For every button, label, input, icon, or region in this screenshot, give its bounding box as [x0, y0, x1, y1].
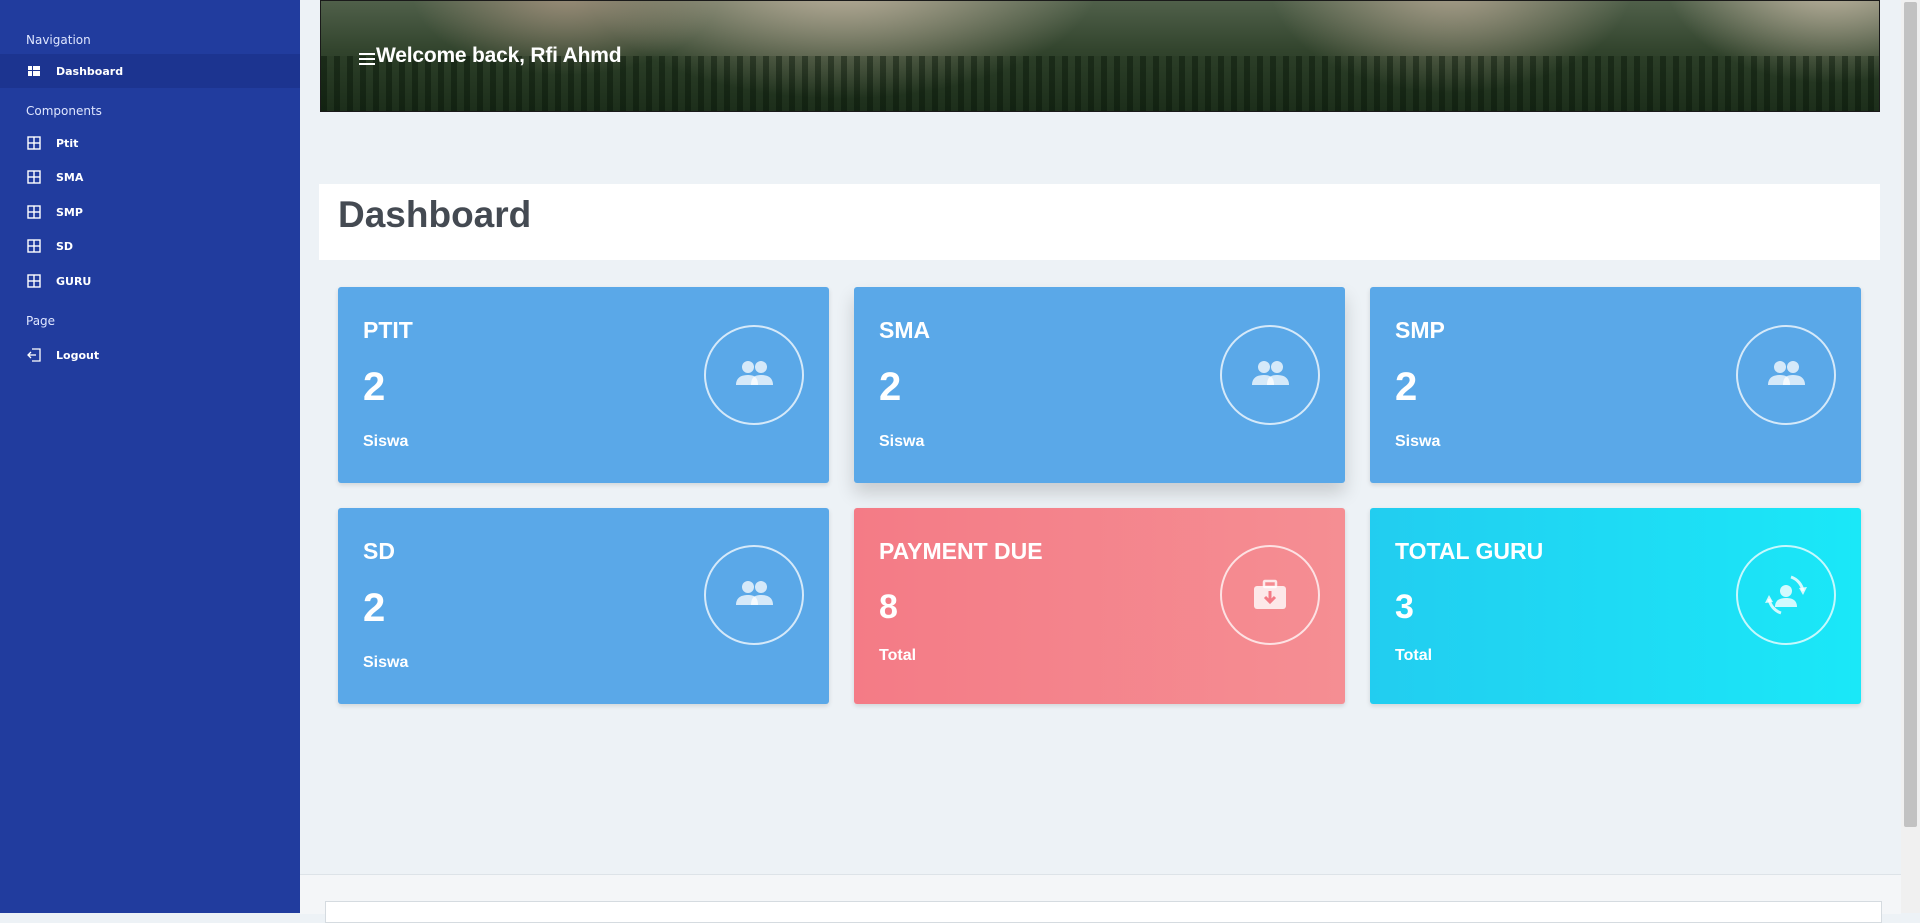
users-icon [704, 545, 804, 645]
card-value: 2 [363, 365, 386, 409]
card-title: PAYMENT DUE [879, 538, 1043, 564]
grid-icon [27, 136, 41, 150]
sidebar-item-label: SMP [56, 205, 83, 219]
card-unit: Total [1395, 647, 1433, 664]
page-title: Dashboard [338, 194, 532, 235]
sidebar-item-sd[interactable]: SD [0, 229, 300, 263]
stat-card-payment-due[interactable]: PAYMENT DUE 8 Total [854, 508, 1345, 704]
sidebar-item-label: SMA [56, 170, 84, 184]
stat-card-smp[interactable]: SMP 2 Siswa [1370, 287, 1861, 483]
card-title: SMP [1395, 317, 1445, 343]
card-value: 2 [1395, 365, 1418, 409]
sidebar-item-label: SD [56, 239, 74, 253]
main-content: Welcome back, Rfi Ahmd Dashboard PTIT 2 … [300, 0, 1901, 923]
card-title: TOTAL GURU [1395, 538, 1544, 564]
card-title: SMA [879, 317, 931, 343]
users-icon [1220, 325, 1320, 425]
welcome-message: Welcome back, Rfi Ahmd [376, 44, 622, 67]
user-sync-icon [1736, 545, 1836, 645]
sidebar-item-dashboard[interactable]: Dashboard [0, 54, 300, 88]
sidebar-item-smp[interactable]: SMP [0, 195, 300, 229]
sidebar: Navigation Dashboard Components Ptit SMA… [0, 0, 300, 913]
nav-heading-navigation: Navigation [26, 33, 91, 47]
hamburger-menu-icon[interactable] [359, 53, 375, 65]
card-value: 8 [879, 588, 898, 626]
card-value: 2 [363, 586, 386, 630]
sidebar-item-label: Logout [56, 348, 100, 362]
stat-card-sma[interactable]: SMA 2 Siswa [854, 287, 1345, 483]
page-title-bar: Dashboard [319, 184, 1880, 260]
sidebar-item-label: Dashboard [56, 64, 124, 78]
card-title: SD [363, 538, 395, 564]
footer-panel [325, 901, 1882, 923]
stat-card-total-guru[interactable]: TOTAL GURU 3 Total [1370, 508, 1861, 704]
sidebar-item-ptit[interactable]: Ptit [0, 126, 300, 160]
nav-heading-page: Page [26, 314, 56, 328]
grid-icon [27, 205, 41, 219]
sidebar-item-sma[interactable]: SMA [0, 160, 300, 194]
card-unit: Siswa [879, 433, 925, 450]
logout-icon [27, 348, 41, 362]
stat-card-sd[interactable]: SD 2 Siswa [338, 508, 829, 704]
card-title: PTIT [363, 317, 413, 343]
footer [300, 874, 1901, 923]
users-icon [1736, 325, 1836, 425]
grid-icon [27, 170, 41, 184]
grid-icon [27, 274, 41, 288]
card-unit: Siswa [363, 654, 409, 671]
grid-icon [27, 239, 41, 253]
vertical-scrollbar[interactable] [1901, 0, 1920, 913]
card-unit: Siswa [1395, 433, 1441, 450]
sidebar-item-label: Ptit [56, 136, 79, 150]
card-value: 3 [1395, 588, 1414, 626]
card-unit: Total [879, 647, 917, 664]
header-banner: Welcome back, Rfi Ahmd [320, 0, 1880, 112]
scrollbar-thumb[interactable] [1904, 2, 1917, 827]
stat-card-ptit[interactable]: PTIT 2 Siswa [338, 287, 829, 483]
sidebar-item-guru[interactable]: GURU [0, 264, 300, 298]
card-unit: Siswa [363, 433, 409, 450]
users-icon [704, 325, 804, 425]
sidebar-item-label: GURU [56, 274, 92, 288]
dashboard-icon [27, 64, 41, 78]
card-value: 2 [879, 365, 902, 409]
nav-heading-components: Components [26, 104, 102, 118]
briefcase-download-icon [1220, 545, 1320, 645]
sidebar-item-logout[interactable]: Logout [0, 338, 300, 372]
